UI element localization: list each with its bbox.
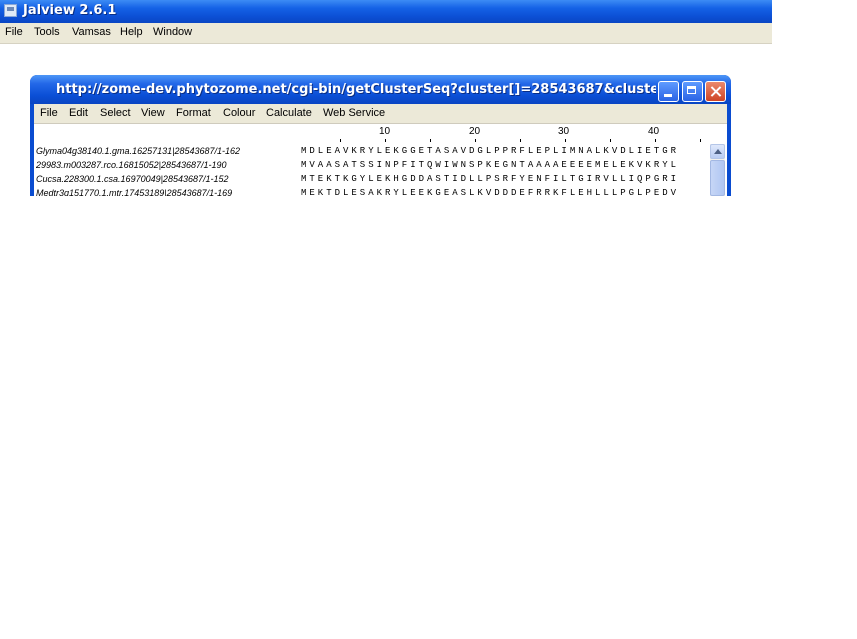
ruler-tick: [610, 139, 611, 142]
ruler-tick: [340, 139, 341, 142]
scroll-thumb[interactable]: [710, 160, 725, 196]
app-title: Jalview 2.6.1: [23, 3, 117, 18]
sequence-id[interactable]: Cucsa.228300.1.csa.16970049|28543687/1-1…: [36, 172, 294, 186]
sequence-alignment-panel: MDLEAVKRYLEKGGETASAVDGLPPRFLEPLIMNALKVDL…: [301, 144, 711, 196]
sequence-id-panel: Glyma04g38140.1.gma.16257131|28543687/1-…: [36, 144, 294, 196]
sequence-row[interactable]: MEKTDLESAKRYLEEKGEASLKVDDDEFRRKFLEHLLLPG…: [301, 186, 711, 196]
sequence-id[interactable]: 29983.m003287.rco.16815052|28543687/1-19…: [36, 158, 294, 172]
sequence-row[interactable]: MDLEAVKRYLEKGGETASAVDGLPPRFLEPLIMNALKVDL…: [301, 144, 711, 158]
menu-help[interactable]: Help: [120, 26, 143, 38]
minimize-button[interactable]: [658, 81, 679, 102]
app-titlebar[interactable]: Jalview 2.6.1: [0, 0, 772, 23]
ruler-tick: [655, 139, 656, 142]
alignment-frame-body: File Edit Select View Format Colour Calc…: [34, 104, 727, 196]
align-menu-edit[interactable]: Edit: [69, 107, 88, 119]
ruler-label: 30: [558, 126, 570, 137]
align-menu-web-service[interactable]: Web Service: [323, 107, 385, 119]
ruler-tick: [430, 139, 431, 142]
jalview-window: Jalview 2.6.1 File Tools Vamsas Help Win…: [0, 0, 772, 196]
sequence-row[interactable]: MTEKTKGYLEKHGDDASTIDLLPSRFYENFILTGIRVLLI…: [301, 172, 711, 186]
align-menu-colour[interactable]: Colour: [223, 107, 255, 119]
close-button[interactable]: [705, 81, 726, 102]
maximize-button[interactable]: [682, 81, 703, 102]
alignment-frame-titlebar[interactable]: http://zome-dev.phytozome.net/cgi-bin/ge…: [30, 75, 731, 104]
ruler-tick: [700, 139, 701, 142]
ruler-tick: [520, 139, 521, 142]
ruler-tick: [475, 139, 476, 142]
align-menu-select[interactable]: Select: [100, 107, 131, 119]
vertical-scrollbar[interactable]: [710, 144, 725, 196]
jalview-app-icon[interactable]: [4, 4, 17, 17]
ruler-tick: [565, 139, 566, 142]
app-menubar: File Tools Vamsas Help Window: [0, 23, 772, 44]
sequence-id[interactable]: Medtr3g151770.1.mtr.17453189|28543687/1-…: [36, 186, 294, 196]
ruler-label: 40: [648, 126, 660, 137]
menu-file[interactable]: File: [5, 26, 23, 38]
menu-window[interactable]: Window: [153, 26, 192, 38]
sequence-row[interactable]: MVAASATSSINPFITQWIWNSPKEGNTAAAAEEEEMELEK…: [301, 158, 711, 172]
align-menu-calculate[interactable]: Calculate: [266, 107, 312, 119]
sequence-id[interactable]: Glyma04g38140.1.gma.16257131|28543687/1-…: [36, 144, 294, 158]
alignment-frame-title: http://zome-dev.phytozome.net/cgi-bin/ge…: [56, 82, 656, 97]
ruler-label: 10: [379, 126, 391, 137]
align-menu-file[interactable]: File: [40, 107, 58, 119]
alignment-frame: http://zome-dev.phytozome.net/cgi-bin/ge…: [30, 75, 731, 196]
menu-vamsas[interactable]: Vamsas: [72, 26, 111, 38]
scroll-up-arrow-icon[interactable]: [710, 144, 725, 159]
ruler-tick: [385, 139, 386, 142]
alignment-menubar: File Edit Select View Format Colour Calc…: [34, 104, 727, 124]
align-menu-format[interactable]: Format: [176, 107, 211, 119]
align-menu-view[interactable]: View: [141, 107, 165, 119]
ruler-label: 20: [469, 126, 481, 137]
menu-tools[interactable]: Tools: [34, 26, 60, 38]
alignment-ruler[interactable]: 10 20 30 40: [299, 126, 709, 142]
